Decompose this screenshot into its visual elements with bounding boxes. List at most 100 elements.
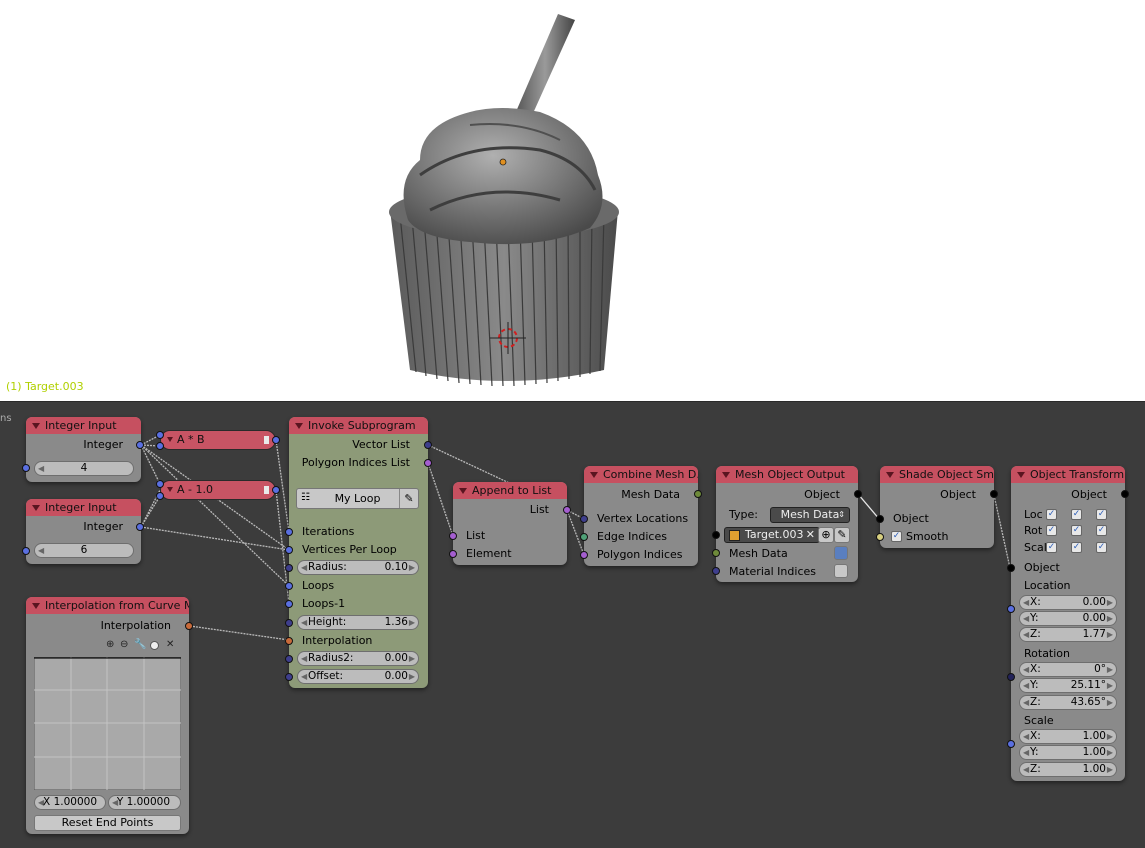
math-b-socket[interactable] <box>156 492 164 500</box>
smooth-checkbox[interactable]: ✓ <box>891 531 902 542</box>
collapse-icon[interactable] <box>459 488 467 494</box>
curve-graph[interactable] <box>34 657 181 790</box>
new-subprogram-icon[interactable]: ✎ <box>399 489 418 508</box>
math-a-socket[interactable] <box>156 480 164 488</box>
integer-input-node-2[interactable]: Integer Input Integer ◀ 6 <box>26 499 141 564</box>
reset-view-icon[interactable] <box>150 641 159 650</box>
integer-output-socket[interactable] <box>136 523 144 531</box>
location-input-socket[interactable] <box>1007 605 1015 613</box>
scale-input-socket[interactable] <box>1007 740 1015 748</box>
loops-1-socket[interactable] <box>285 600 293 608</box>
collapse-icon[interactable] <box>32 505 40 511</box>
rot-z-checkbox[interactable]: ✓ <box>1096 525 1107 536</box>
location-x-field[interactable]: ◀ X: 0.00 ▶ <box>1019 595 1117 610</box>
scale-x-checkbox[interactable]: ✓ <box>1046 542 1057 553</box>
loc-y-checkbox[interactable]: ✓ <box>1071 509 1082 520</box>
radius-field[interactable]: ◀ Radius: 0.10 ▶ <box>297 560 419 575</box>
rot-y-checkbox[interactable]: ✓ <box>1071 525 1082 536</box>
clear-icon[interactable]: ✕ <box>806 528 815 542</box>
integer-output-socket[interactable] <box>136 441 144 449</box>
collapse-icon[interactable] <box>1017 472 1025 478</box>
scale-z-field[interactable]: ◀ Z: 1.00 ▶ <box>1019 762 1117 777</box>
object-selector[interactable]: Target.003 ✕ <box>724 527 820 543</box>
close-icon[interactable]: ✕ <box>166 639 174 650</box>
scale-y-checkbox[interactable]: ✓ <box>1071 542 1082 553</box>
reset-end-points-button[interactable]: Reset End Points <box>34 815 181 831</box>
polygon-indices-socket[interactable] <box>580 551 588 559</box>
math-a-socket[interactable] <box>156 431 164 439</box>
math-node-multiply[interactable]: A * B <box>160 430 276 450</box>
loops-socket[interactable] <box>285 582 293 590</box>
radius2-socket[interactable] <box>285 655 293 663</box>
radius2-field[interactable]: ◀ Radius2: 0.00 ▶ <box>297 651 419 666</box>
invoke-subprogram-node[interactable]: Invoke Subprogram Vector List Polygon In… <box>289 417 428 688</box>
math-result-socket[interactable] <box>272 486 280 494</box>
interpolation-socket[interactable] <box>285 637 293 645</box>
mesh-data-output-socket[interactable] <box>694 490 702 498</box>
height-socket[interactable] <box>285 619 293 627</box>
list-output-socket[interactable] <box>563 506 571 514</box>
loc-x-checkbox[interactable]: ✓ <box>1046 509 1057 520</box>
zoom-out-icon[interactable]: ⊖ <box>120 639 128 650</box>
vector-list-output-socket[interactable] <box>424 441 432 449</box>
list-input-socket[interactable] <box>449 532 457 540</box>
object-output-socket[interactable] <box>990 490 998 498</box>
wrench-icon[interactable]: 🔧 <box>134 639 146 650</box>
material-indices-socket[interactable] <box>712 567 720 575</box>
shade-object-smooth-node[interactable]: Shade Object Sm... Object Object ✓ Smoot… <box>880 466 994 548</box>
location-y-field[interactable]: ◀ Y: 0.00 ▶ <box>1019 611 1117 626</box>
integer-value-field[interactable]: ◀ 6 <box>34 543 134 558</box>
height-field[interactable]: ◀ Height: 1.36 ▶ <box>297 615 419 630</box>
collapse-icon[interactable] <box>32 603 40 609</box>
mesh-data-input-socket[interactable] <box>712 549 720 557</box>
integer-input-socket[interactable] <box>22 464 30 472</box>
scale-x-field[interactable]: ◀ X: 1.00 ▶ <box>1019 729 1117 744</box>
math-result-socket[interactable] <box>272 436 280 444</box>
edge-indices-socket[interactable] <box>580 533 588 541</box>
loc-z-checkbox[interactable]: ✓ <box>1096 509 1107 520</box>
integer-input-node-1[interactable]: Integer Input Integer ◀ 4 <box>26 417 141 482</box>
scale-z-checkbox[interactable]: ✓ <box>1096 542 1107 553</box>
offset-socket[interactable] <box>285 673 293 681</box>
collapse-icon[interactable] <box>886 472 894 478</box>
add-object-icon[interactable]: ⊕ <box>818 527 834 543</box>
vertices-per-loop-socket[interactable] <box>285 546 293 554</box>
combine-mesh-data-node[interactable]: Combine Mesh D... Mesh Data Vertex Locat… <box>584 466 698 566</box>
rotation-input-socket[interactable] <box>1007 673 1015 681</box>
offset-field[interactable]: ◀ Offset: 0.00 ▶ <box>297 669 419 684</box>
location-z-field[interactable]: ◀ Z: 1.77 ▶ <box>1019 627 1117 642</box>
type-dropdown[interactable]: Mesh Data ⇕ <box>770 507 850 523</box>
object-input-socket[interactable] <box>1007 564 1015 572</box>
curve-interpolation-node[interactable]: Interpolation from Curve Ma Interpolatio… <box>26 597 189 834</box>
eyedropper-icon[interactable]: ✎ <box>834 527 850 543</box>
curve-y-field[interactable]: ◀ Y 1.00000 <box>108 795 181 810</box>
curve-x-field[interactable]: ◀ X 1.00000 <box>34 795 106 810</box>
object-transforms-node[interactable]: Object Transform... Object Loc ✓ ✓ ✓ Rot… <box>1011 466 1125 781</box>
integer-input-socket[interactable] <box>22 547 30 555</box>
radius-socket[interactable] <box>285 564 293 572</box>
collapse-icon[interactable] <box>590 472 598 478</box>
rotation-y-field[interactable]: ◀ Y: 25.11° ▶ <box>1019 678 1117 693</box>
object-output-socket[interactable] <box>854 490 862 498</box>
rot-x-checkbox[interactable]: ✓ <box>1046 525 1057 536</box>
object-input-socket[interactable] <box>712 531 720 539</box>
collapse-icon[interactable] <box>167 487 173 492</box>
math-node-subtract[interactable]: A - 1.0 <box>160 480 276 500</box>
rotation-z-field[interactable]: ◀ Z: 43.65° ▶ <box>1019 695 1117 710</box>
mesh-object-output-node[interactable]: Mesh Object Output Object Type: Mesh Dat… <box>716 466 858 582</box>
subprogram-selector[interactable]: ☷ My Loop ✎ <box>296 488 419 509</box>
math-b-socket[interactable] <box>156 442 164 450</box>
material-indices-toggle[interactable] <box>834 564 848 578</box>
vertex-locations-socket[interactable] <box>580 515 588 523</box>
integer-value-field[interactable]: ◀ 4 <box>34 461 134 476</box>
collapse-icon[interactable] <box>167 437 173 442</box>
element-input-socket[interactable] <box>449 550 457 558</box>
mesh-data-toggle[interactable] <box>834 546 848 560</box>
3d-viewport[interactable]: (1) Target.003 <box>0 0 1145 401</box>
collapse-icon[interactable] <box>295 423 303 429</box>
append-to-list-node[interactable]: Append to List List List Element <box>453 482 567 565</box>
collapse-icon[interactable] <box>722 472 730 478</box>
smooth-input-socket[interactable] <box>876 533 884 541</box>
iterations-socket[interactable] <box>285 528 293 536</box>
collapse-icon[interactable] <box>32 423 40 429</box>
